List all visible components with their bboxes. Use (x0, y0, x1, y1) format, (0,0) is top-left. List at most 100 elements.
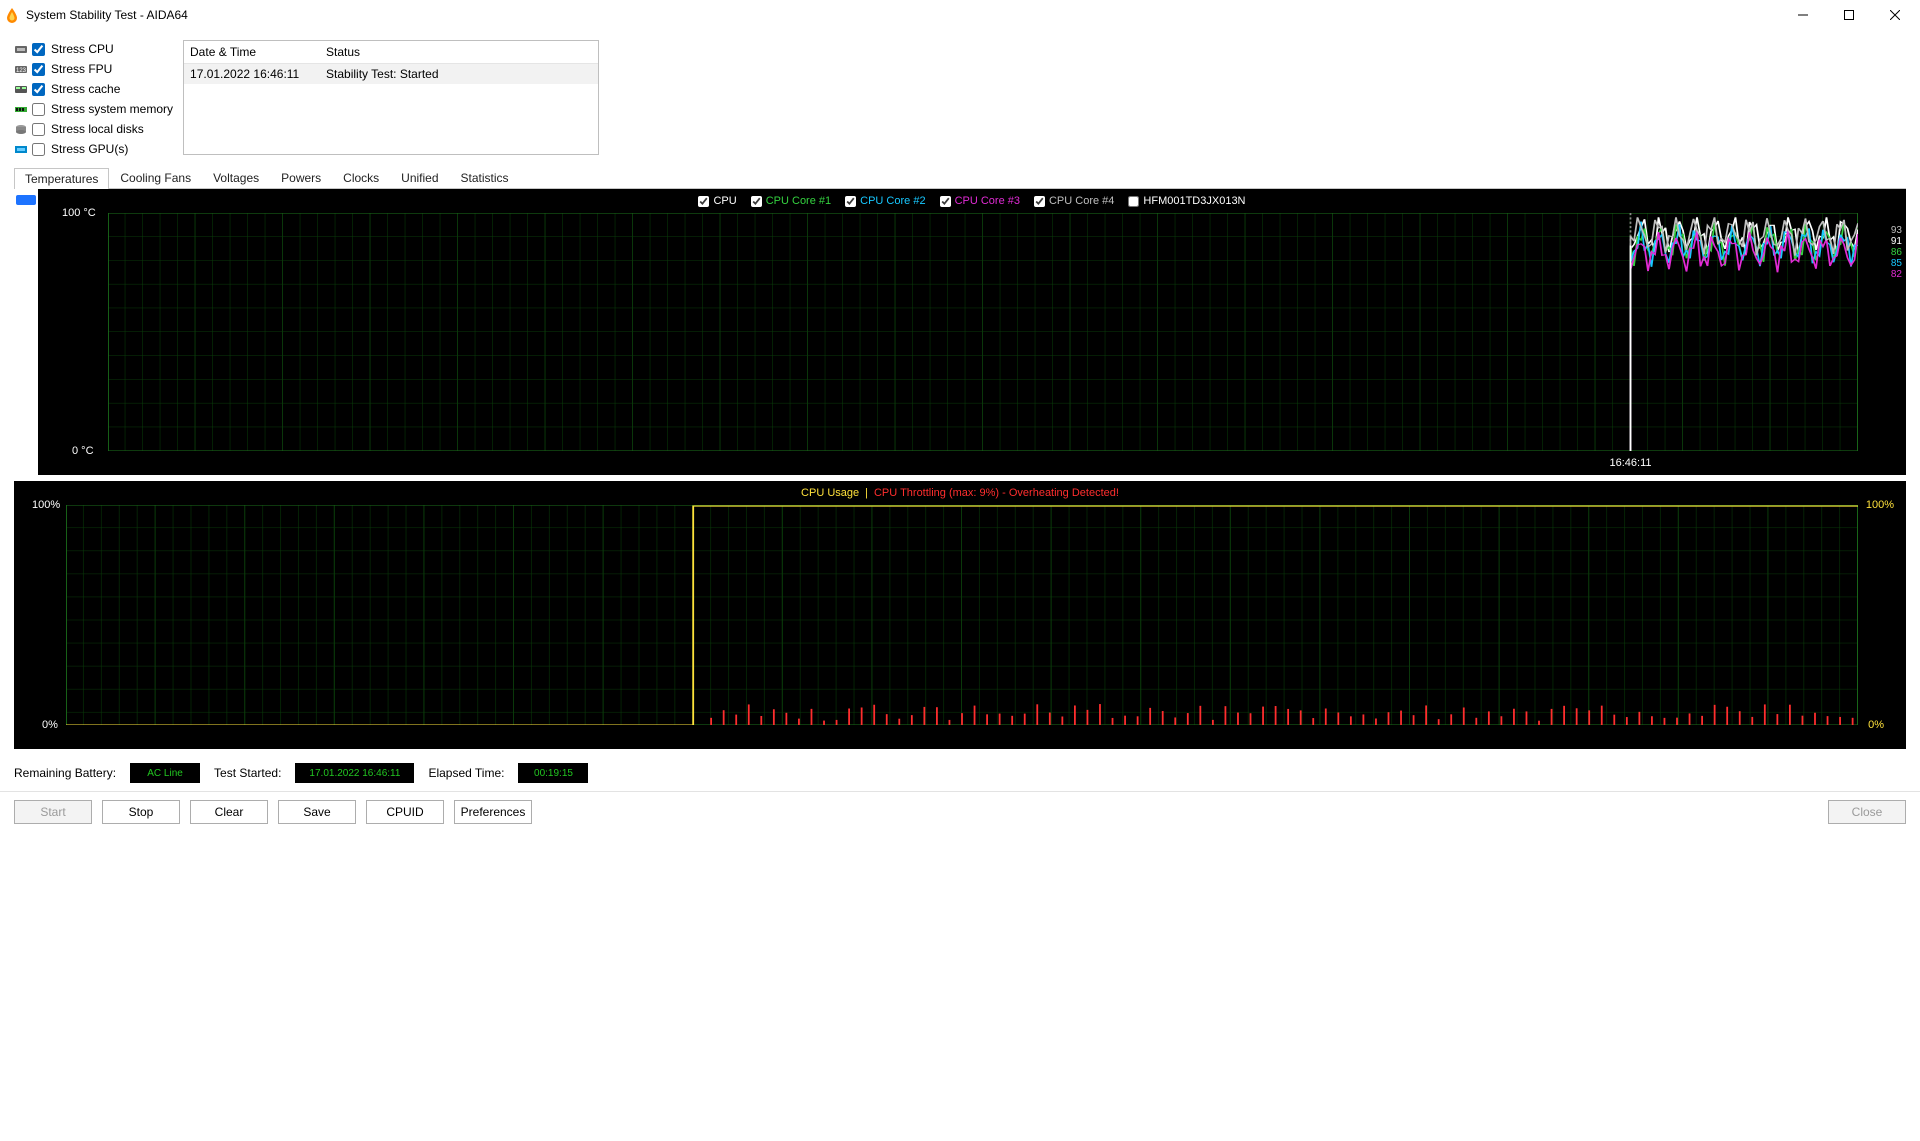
legend-item[interactable]: HFM001TD3JX013N (1128, 195, 1245, 207)
stress-checkbox[interactable] (32, 143, 45, 156)
elapsed-label: Elapsed Time: (428, 766, 504, 780)
legend-item[interactable]: CPU Core #3 (940, 195, 1020, 207)
temp-xtick: 16:46:11 (1609, 457, 1651, 469)
hardware-icon: 123 (14, 64, 28, 75)
hardware-icon (14, 84, 28, 95)
stress-checkbox[interactable] (32, 103, 45, 116)
usage-header-ok: CPU Usage (801, 487, 859, 499)
stress-option[interactable]: 123 Stress FPU (14, 60, 173, 78)
started-value: 17.01.2022 16:46:11 (295, 763, 414, 783)
stress-label: Stress system memory (51, 102, 173, 116)
usage-ymin-right: 0% (1868, 719, 1884, 731)
legend-checkbox[interactable] (751, 196, 762, 207)
usage-plot-svg (66, 505, 1858, 725)
event-row[interactable]: 17.01.2022 16:46:11 Stability Test: Star… (184, 64, 598, 84)
scrollbar-thumb[interactable] (16, 195, 36, 205)
legend-item[interactable]: CPU (698, 195, 736, 207)
chart-tabs: TemperaturesCooling FansVoltagesPowersCl… (0, 166, 1920, 188)
battery-label: Remaining Battery: (14, 766, 116, 780)
clear-button[interactable]: Clear (190, 800, 268, 824)
preferences-button[interactable]: Preferences (454, 800, 532, 824)
stress-option[interactable]: Stress cache (14, 80, 173, 98)
stop-button[interactable]: Stop (102, 800, 180, 824)
stress-option[interactable]: Stress local disks (14, 120, 173, 138)
window-title: System Stability Test - AIDA64 (26, 8, 188, 22)
stress-label: Stress cache (51, 82, 120, 96)
stress-checkbox[interactable] (32, 63, 45, 76)
started-label: Test Started: (214, 766, 281, 780)
usage-ymin-left: 0% (42, 719, 58, 731)
stress-label: Stress local disks (51, 122, 144, 136)
stress-checkbox[interactable] (32, 43, 45, 56)
temp-current-value: 91 (1891, 236, 1902, 247)
temp-current-values: 9391868582 (1891, 225, 1902, 280)
legend-checkbox[interactable] (1034, 196, 1045, 207)
legend-label: CPU Core #1 (766, 195, 831, 207)
titlebar: System Stability Test - AIDA64 (0, 0, 1920, 30)
usage-header: CPU Usage | CPU Throttling (max: 9%) - O… (14, 481, 1906, 505)
chart-tab[interactable]: Voltages (202, 167, 270, 188)
temp-ymin: 0 °C (72, 445, 94, 457)
cpuid-button[interactable]: CPUID (366, 800, 444, 824)
app-icon (4, 7, 20, 23)
stress-option[interactable]: Stress system memory (14, 100, 173, 118)
legend-item[interactable]: CPU Core #2 (845, 195, 925, 207)
event-cell-datetime: 17.01.2022 16:46:11 (184, 64, 320, 84)
legend-checkbox[interactable] (1128, 196, 1139, 207)
legend-label: CPU (713, 195, 736, 207)
chart-tab[interactable]: Statistics (450, 167, 520, 188)
stress-label: Stress FPU (51, 62, 112, 76)
stress-label: Stress CPU (51, 42, 114, 56)
hardware-icon (14, 144, 28, 155)
event-log-blank (184, 84, 598, 154)
stress-option[interactable]: Stress CPU (14, 40, 173, 58)
chart-tab[interactable]: Cooling Fans (109, 167, 202, 188)
legend-label: CPU Core #2 (860, 195, 925, 207)
stress-option[interactable]: Stress GPU(s) (14, 140, 173, 158)
temp-current-value: 82 (1891, 269, 1902, 280)
maximize-button[interactable] (1826, 0, 1872, 30)
legend-checkbox[interactable] (845, 196, 856, 207)
legend-item[interactable]: CPU Core #4 (1034, 195, 1114, 207)
temp-legend: CPU CPU Core #1 CPU Core #2 CPU Core #3 CPU … (38, 189, 1906, 213)
event-col-status[interactable]: Status (320, 41, 598, 63)
usage-header-bad: CPU Throttling (max: 9%) - Overheating D… (874, 487, 1119, 499)
temp-plot-svg (108, 213, 1858, 451)
legend-checkbox[interactable] (698, 196, 709, 207)
close-button[interactable] (1872, 0, 1918, 30)
button-bar: Start Stop Clear Save CPUID Preferences … (0, 791, 1920, 838)
usage-header-sep: | (865, 487, 868, 499)
temp-ymax: 100 °C (62, 207, 96, 219)
usage-ymax-left: 100% (32, 499, 60, 511)
event-col-datetime[interactable]: Date & Time (184, 41, 320, 63)
temperature-chart[interactable]: CPU CPU Core #1 CPU Core #2 CPU Core #3 CPU … (38, 189, 1906, 475)
legend-checkbox[interactable] (940, 196, 951, 207)
legend-label: CPU Core #3 (955, 195, 1020, 207)
event-log-table[interactable]: Date & Time Status 17.01.2022 16:46:11 S… (183, 40, 599, 155)
stress-checkbox[interactable] (32, 123, 45, 136)
temp-current-value: 93 (1891, 225, 1902, 236)
legend-label: HFM001TD3JX013N (1143, 195, 1245, 207)
usage-ymax-right: 100% (1866, 499, 1894, 511)
status-bar: Remaining Battery: AC Line Test Started:… (0, 749, 1920, 791)
temp-current-value: 86 (1891, 247, 1902, 258)
chart-tab[interactable]: Temperatures (14, 168, 109, 189)
temp-current-value: 85 (1891, 258, 1902, 269)
chart-tab[interactable]: Clocks (332, 167, 390, 188)
usage-chart[interactable]: CPU Usage | CPU Throttling (max: 9%) - O… (14, 481, 1906, 749)
minimize-button[interactable] (1780, 0, 1826, 30)
chart-tab[interactable]: Powers (270, 167, 332, 188)
hardware-icon (14, 104, 28, 115)
legend-label: CPU Core #4 (1049, 195, 1114, 207)
elapsed-value: 00:19:15 (518, 763, 588, 783)
chart-tab[interactable]: Unified (390, 167, 449, 188)
close-app-button[interactable]: Close (1828, 800, 1906, 824)
legend-item[interactable]: CPU Core #1 (751, 195, 831, 207)
temp-chart-scrollbar[interactable] (14, 189, 38, 475)
svg-text:123: 123 (16, 68, 27, 74)
start-button[interactable]: Start (14, 800, 92, 824)
stress-checkbox[interactable] (32, 83, 45, 96)
stress-label: Stress GPU(s) (51, 142, 128, 156)
save-button[interactable]: Save (278, 800, 356, 824)
stress-option-list: Stress CPU 123 Stress FPU Stress cache Stres… (14, 40, 173, 158)
